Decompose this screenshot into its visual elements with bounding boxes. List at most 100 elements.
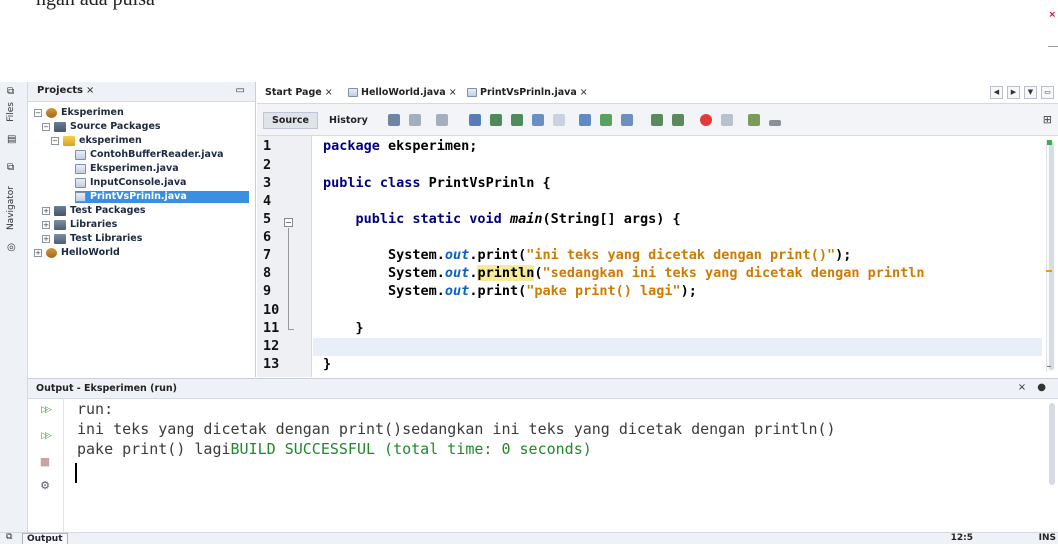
output-scrollbar-thumb[interactable] <box>1049 403 1055 485</box>
java-file-icon <box>75 163 86 174</box>
projects-panel: Projects × ▭ − Eksperimen − Source Packages… <box>28 82 256 377</box>
tree-node-helloworld[interactable]: + HelloWorld <box>34 247 120 259</box>
shift-right-icon[interactable] <box>672 114 684 126</box>
libraries-icon <box>54 233 66 244</box>
find-previous-icon[interactable] <box>490 114 502 126</box>
output-toolbar: ▷▷ ▷▷ ■ ⚙ <box>28 399 64 533</box>
collapse-icon[interactable]: − <box>51 136 59 145</box>
expand-icon[interactable]: + <box>42 206 50 215</box>
line-number: 8 <box>263 265 272 281</box>
tab-close-icon[interactable]: × <box>449 87 457 98</box>
expand-icon[interactable]: + <box>42 234 50 243</box>
files-tab[interactable]: Files <box>6 102 16 122</box>
caret-position-marker <box>1047 366 1051 367</box>
projects-tab[interactable]: Projects × <box>37 85 94 96</box>
tree-node-package-eksperimen[interactable]: − eksperimen <box>51 135 142 147</box>
shift-left-icon[interactable] <box>651 114 663 126</box>
rerun-with-params-icon[interactable]: ▷▷ <box>38 429 52 443</box>
find-icon[interactable] <box>469 114 481 126</box>
start-macro-icon[interactable] <box>700 114 712 126</box>
text-caret <box>75 463 77 483</box>
tab-list-dropdown-icon[interactable]: ▼ <box>1024 86 1037 99</box>
output-minimized-tab[interactable]: Output <box>22 533 68 544</box>
minimize-panel-icon[interactable]: ▭ <box>236 85 245 96</box>
tree-node-eksperimen-java[interactable]: Eksperimen.java <box>75 163 179 175</box>
settings-icon[interactable]: ⚙ <box>38 479 52 493</box>
navigator-icon[interactable]: ◎ <box>7 242 16 253</box>
forward-icon[interactable] <box>436 114 448 126</box>
tree-node-eksperimen[interactable]: − Eksperimen <box>34 107 124 119</box>
java-file-icon <box>467 88 477 97</box>
restore-window-icon[interactable]: ⧉ <box>7 86 14 97</box>
split-editor-icon[interactable]: ⊞ <box>1043 113 1052 126</box>
code-line-5: public static void main(String[] args) { <box>323 211 681 227</box>
test-packages-icon <box>54 205 66 216</box>
expand-icon[interactable]: + <box>34 248 42 257</box>
insert-mode[interactable]: INS <box>1039 533 1056 544</box>
left-tool-strip: ⧉ Files ▤ ⧉ Navigator ◎ <box>0 82 28 535</box>
tab-printvsprinln-java[interactable]: PrintVsPrinln.java × <box>467 87 588 98</box>
code-line-3: public class PrintVsPrinln { <box>323 175 551 191</box>
code-line-9: System.out.print("pake print() lagi"); <box>323 283 697 299</box>
editor-vertical-scrollbar[interactable] <box>1046 140 1056 372</box>
toggle-highlight-icon[interactable] <box>532 114 544 126</box>
java-file-icon <box>348 88 358 97</box>
find-next-icon[interactable] <box>511 114 523 126</box>
maximize-window-icon[interactable]: ▭ <box>1041 86 1054 99</box>
collapse-icon[interactable]: − <box>42 122 50 131</box>
scroll-right-icon[interactable]: ▶ <box>1007 86 1020 99</box>
tab-start-page[interactable]: Start Page × <box>265 87 333 98</box>
tree-node-printvsprinln[interactable]: PrintVsPrinln.java <box>75 191 249 203</box>
code-line-8: System.out.println("sedangkan ini teks y… <box>323 265 925 281</box>
tree-node-inputconsole[interactable]: InputConsole.java <box>75 177 186 189</box>
background-caption-text: ngan ada pulsa <box>36 0 155 11</box>
tree-node-test-packages[interactable]: + Test Packages <box>42 205 146 217</box>
output-title[interactable]: Output - Eksperimen (run) <box>36 383 177 394</box>
next-bookmark-icon[interactable] <box>600 114 612 126</box>
fold-collapse-icon[interactable]: − <box>284 218 293 227</box>
code-editor[interactable]: 1 2 3 4 5 6 7 8 9 10 11 12 13 − package … <box>257 136 1058 377</box>
output-panel-header: Output - Eksperimen (run) × ● <box>28 379 1058 399</box>
no-errors-indicator[interactable] <box>1047 140 1052 145</box>
restore-window-icon-3[interactable]: ⧉ <box>6 532 12 542</box>
expand-icon[interactable]: + <box>42 220 50 229</box>
history-view-button[interactable]: History <box>320 112 377 129</box>
tab-close-icon[interactable]: × <box>325 87 333 98</box>
line-number: 10 <box>263 302 280 318</box>
files-window-icon[interactable]: ▤ <box>7 134 16 145</box>
package-icon <box>63 135 75 146</box>
tab-close-icon[interactable]: × <box>580 87 588 98</box>
comment-icon[interactable] <box>748 114 760 126</box>
scroll-left-icon[interactable]: ◀ <box>990 86 1003 99</box>
tree-node-source-packages[interactable]: − Source Packages <box>42 121 161 133</box>
java-file-icon <box>75 177 86 188</box>
navigator-tab[interactable]: Navigator <box>6 186 16 230</box>
background-close-icon: × <box>1048 10 1056 20</box>
collapse-icon[interactable]: − <box>34 108 42 117</box>
uncomment-icon[interactable] <box>769 120 781 126</box>
previous-bookmark-icon[interactable] <box>579 114 591 126</box>
output-line-2: ini teks yang dicetak dengan print()seda… <box>77 420 836 438</box>
fold-guide <box>288 228 289 329</box>
toggle-rectangular-selection-icon[interactable] <box>553 114 565 126</box>
tree-node-libraries[interactable]: + Libraries <box>42 219 117 231</box>
rerun-icon[interactable]: ▷▷ <box>38 403 52 417</box>
source-view-button[interactable]: Source <box>263 112 318 129</box>
line-number-gutter: 1 2 3 4 5 6 7 8 9 10 11 12 13 − <box>257 136 312 377</box>
stop-macro-icon[interactable] <box>721 114 733 126</box>
tree-node-test-libraries[interactable]: + Test Libraries <box>42 233 142 245</box>
scrollbar-thumb[interactable] <box>1049 142 1054 370</box>
tab-helloworld-java[interactable]: HelloWorld.java × <box>348 87 457 98</box>
code-area[interactable]: package eksperimen; public class PrintVs… <box>323 136 1042 377</box>
back-icon[interactable] <box>409 114 421 126</box>
last-edit-icon[interactable] <box>388 114 400 126</box>
restore-window-icon-2[interactable]: ⧉ <box>7 162 14 173</box>
output-panel-controls[interactable]: × ● <box>1018 382 1050 393</box>
toggle-bookmark-icon[interactable] <box>621 114 633 126</box>
projects-tab-close-icon[interactable]: × <box>86 85 94 96</box>
warning-marker[interactable] <box>1046 270 1052 272</box>
stop-icon[interactable]: ■ <box>38 455 52 469</box>
output-line-3: pake print() lagiBUILD SUCCESSFUL (total… <box>77 440 592 458</box>
tree-node-contohbufferreader[interactable]: ContohBufferReader.java <box>75 149 224 161</box>
output-console[interactable]: run: ini teks yang dicetak dengan print()… <box>77 399 836 459</box>
